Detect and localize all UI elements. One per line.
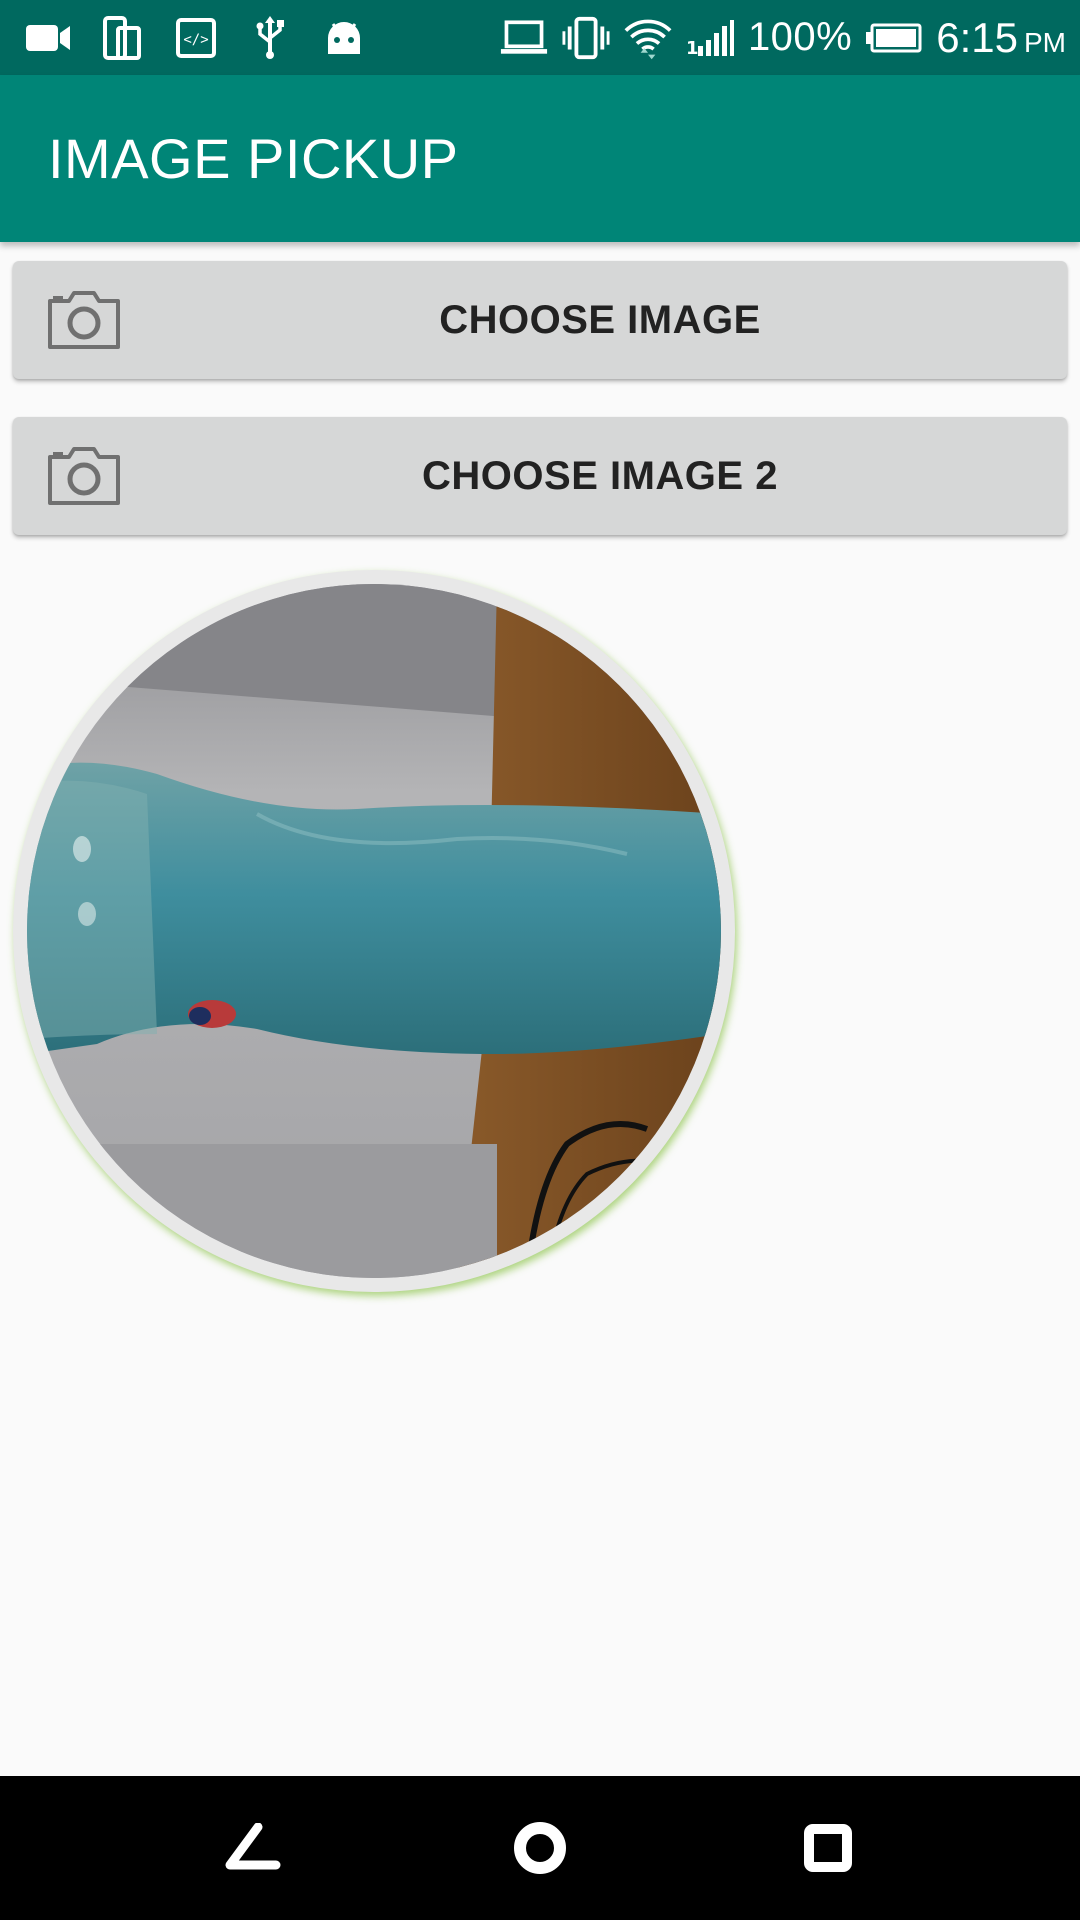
app-bar: IMAGE PICKUP <box>0 75 1080 242</box>
status-bar-left-icons: </> <box>24 0 368 75</box>
signal-icon: 1 <box>686 14 734 62</box>
selected-image-view[interactable] <box>13 570 735 1292</box>
status-bar: </> 1 100% 6:15 PM <box>0 0 1080 75</box>
clock: 6:15 PM <box>936 14 1066 62</box>
usb-icon <box>246 14 294 62</box>
device-rotate-icon <box>98 14 146 62</box>
home-icon <box>514 1822 566 1874</box>
choose-image-button[interactable]: CHOOSE IMAGE <box>13 261 1067 379</box>
clock-time: 6:15 <box>936 13 1018 61</box>
back-icon <box>225 1823 281 1870</box>
android-icon <box>320 14 368 62</box>
selected-image-photo <box>27 584 721 1278</box>
status-bar-right-icons: 1 100% 6:15 PM <box>500 0 1066 75</box>
choose-image-2-button[interactable]: CHOOSE IMAGE 2 <box>13 417 1067 535</box>
vibrate-icon <box>562 14 610 62</box>
choose-image-2-label: CHOOSE IMAGE 2 <box>422 453 778 498</box>
svg-text:</>: </> <box>183 32 208 48</box>
back-button[interactable] <box>218 1814 286 1882</box>
video-camera-icon <box>24 14 72 62</box>
wifi-icon <box>624 14 672 62</box>
battery-percent: 100% <box>747 15 853 59</box>
recent-apps-button[interactable] <box>794 1814 862 1882</box>
battery-icon <box>866 14 922 62</box>
svg-text:1: 1 <box>686 38 699 58</box>
clock-ampm: PM <box>1024 26 1066 58</box>
app-title: IMAGE PICKUP <box>48 127 459 190</box>
choose-image-label: CHOOSE IMAGE <box>439 297 761 342</box>
navigation-bar <box>0 1776 1080 1920</box>
laptop-icon <box>500 14 548 62</box>
code-icon: </> <box>172 14 220 62</box>
home-button[interactable] <box>506 1814 574 1882</box>
recent-apps-icon <box>804 1824 852 1872</box>
